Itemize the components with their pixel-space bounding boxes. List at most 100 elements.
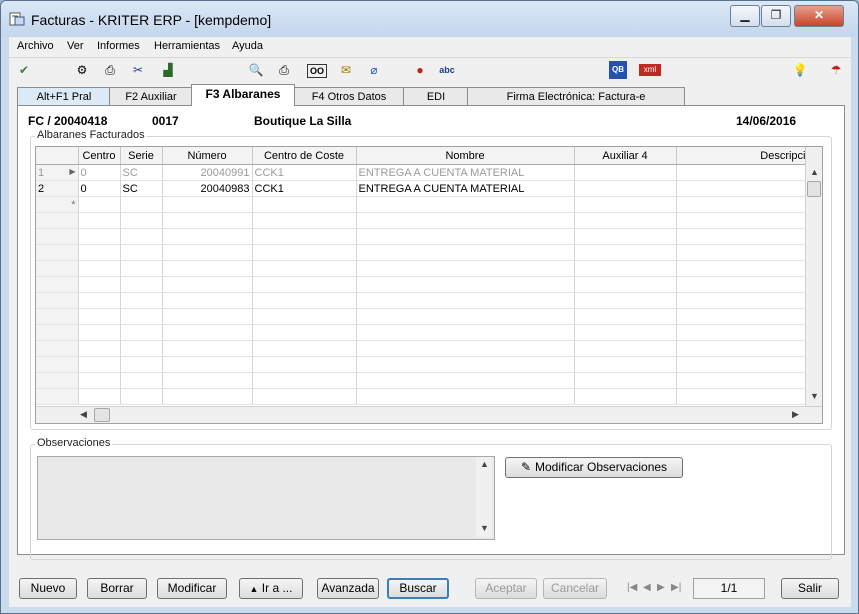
- cell-descripcion[interactable]: [676, 164, 807, 181]
- client-name: Boutique La Silla: [254, 114, 352, 128]
- new-row[interactable]: *: [36, 196, 807, 213]
- col-serie[interactable]: Serie: [120, 147, 163, 165]
- row-indicator: 2: [36, 180, 79, 197]
- observaciones-scrollbar[interactable]: ▲ ▼: [476, 457, 492, 537]
- col-numero[interactable]: Número: [162, 147, 253, 165]
- cancelar-button[interactable]: Cancelar: [543, 578, 607, 599]
- oo-icon[interactable]: OO: [307, 64, 327, 78]
- row-indicator-header: [36, 147, 79, 165]
- tab-factura-e[interactable]: Firma Electrónica: Factura-e: [467, 87, 685, 106]
- horizontal-scroll-thumb[interactable]: [94, 408, 110, 422]
- cell-centro-coste[interactable]: CCK1: [252, 164, 357, 181]
- obs-scroll-down-icon[interactable]: ▼: [480, 523, 489, 533]
- tab-auxiliar[interactable]: F2 Auxiliar: [109, 87, 193, 106]
- scroll-right-icon[interactable]: ▶: [792, 409, 799, 420]
- lightbulb-icon[interactable]: 💡: [791, 61, 809, 79]
- cell-descripcion[interactable]: [676, 180, 807, 197]
- preview-icon[interactable]: 🔍: [247, 61, 265, 79]
- cell-centro-coste[interactable]: CCK1: [252, 180, 357, 197]
- albaranes-table: Centro Serie Número Centro de Coste Nomb…: [36, 147, 807, 405]
- col-centro-coste[interactable]: Centro de Coste: [252, 147, 357, 165]
- doc-number: FC / 20040418: [28, 114, 108, 128]
- cell-numero[interactable]: 20040983: [162, 180, 253, 197]
- modificar-button[interactable]: Modificar: [157, 578, 227, 599]
- albaranes-panel: FC / 20040418 0017 Boutique La Silla 14/…: [17, 105, 845, 560]
- help-icon[interactable]: ☂: [827, 61, 845, 79]
- observaciones-group: Observaciones ▲ ▼ ✎ Modificar Observacion…: [30, 437, 832, 560]
- new-row-marker: *: [36, 196, 79, 213]
- print-icon[interactable]: ⎙: [101, 61, 119, 79]
- up-arrow-icon: ▲: [249, 584, 259, 594]
- scroll-left-icon[interactable]: ◀: [80, 409, 87, 420]
- record-position: 1/1: [693, 578, 765, 599]
- close-button[interactable]: ✕: [794, 5, 844, 27]
- doc-date: 14/06/2016: [736, 114, 797, 128]
- observaciones-textarea[interactable]: [37, 456, 495, 540]
- cell-centro[interactable]: 0: [78, 164, 121, 181]
- col-centro[interactable]: Centro: [78, 147, 121, 165]
- tab-pral[interactable]: Alt+F1 Pral: [17, 87, 111, 106]
- check-icon[interactable]: ✔: [15, 61, 33, 79]
- cell-numero[interactable]: 20040991: [162, 164, 253, 181]
- red-dot-icon[interactable]: ●: [411, 61, 429, 79]
- close-icon: ✕: [813, 8, 825, 22]
- albaranes-grid: Centro Serie Número Centro de Coste Nomb…: [35, 146, 823, 424]
- aceptar-button[interactable]: Aceptar: [475, 578, 537, 599]
- borrar-button[interactable]: Borrar: [87, 578, 147, 599]
- grid-horizontal-scrollbar[interactable]: ◀ ▶: [36, 406, 822, 423]
- cell-centro[interactable]: 0: [78, 180, 121, 197]
- avanzada-button[interactable]: Avanzada: [317, 578, 379, 599]
- scroll-down-icon[interactable]: ▼: [810, 391, 819, 401]
- chart-icon[interactable]: ▟: [159, 61, 177, 79]
- cell-serie[interactable]: SC: [120, 164, 163, 181]
- tab-strip: Alt+F1 Pral F2 Auxiliar F3 Albaranes F4 …: [17, 84, 847, 106]
- toolbar: ✔ ⚙ ⎙ ✂ ▟ 🔍 ⎙ OO ✉ ⌀ ● abc QB xml 💡 ☂: [9, 58, 851, 82]
- tab-otros-datos[interactable]: F4 Otros Datos: [293, 87, 405, 106]
- cut-icon[interactable]: ✂: [129, 61, 147, 79]
- prev-record-icon[interactable]: ◀: [643, 582, 651, 593]
- col-nombre[interactable]: Nombre: [356, 147, 575, 165]
- salir-button[interactable]: Salir: [781, 578, 839, 599]
- obs-scroll-up-icon[interactable]: ▲: [480, 459, 489, 469]
- scroll-up-icon[interactable]: ▲: [810, 167, 819, 177]
- spellcheck-icon[interactable]: abc: [435, 61, 459, 79]
- maximize-button[interactable]: ❐: [761, 5, 791, 27]
- modificar-observaciones-button[interactable]: ✎ Modificar Observaciones: [505, 457, 683, 478]
- cell-auxiliar4[interactable]: [574, 164, 677, 181]
- albaranes-label: Albaranes Facturados: [35, 129, 147, 141]
- table-row[interactable]: 1 ▶ 0 SC 20040991 CCK1 ENTREGA A CUENTA M…: [36, 164, 807, 181]
- col-descripcion[interactable]: Descripci: [676, 147, 807, 165]
- cell-serie[interactable]: SC: [120, 180, 163, 197]
- edit-note-icon: ✎: [520, 460, 531, 474]
- current-row-icon: ▶: [69, 166, 76, 176]
- cell-auxiliar4[interactable]: [574, 180, 677, 197]
- nuevo-button[interactable]: Nuevo: [19, 578, 77, 599]
- tab-edi[interactable]: EDI: [403, 87, 469, 106]
- ir-a-button[interactable]: ▲ Ir a ...: [239, 578, 303, 599]
- minimize-button[interactable]: ▁: [730, 5, 760, 27]
- buscar-button[interactable]: Buscar: [387, 578, 449, 599]
- grid-header: Centro Serie Número Centro de Coste Nomb…: [36, 147, 807, 165]
- menu-informes[interactable]: Informes: [97, 40, 140, 52]
- menu-ver[interactable]: Ver: [67, 40, 84, 52]
- cell-nombre[interactable]: ENTREGA A CUENTA MATERIAL: [356, 164, 575, 181]
- app-window: Facturas - KRITER ERP - [kempdemo] ▁ ❐ ✕…: [0, 0, 859, 614]
- tab-albaranes[interactable]: F3 Albaranes: [191, 84, 295, 106]
- last-record-icon[interactable]: ▶|: [671, 582, 681, 593]
- first-record-icon[interactable]: |◀: [627, 582, 637, 593]
- menu-herramientas[interactable]: Herramientas: [154, 40, 220, 52]
- tools-icon[interactable]: ⚙: [73, 61, 91, 79]
- qb-icon[interactable]: QB: [609, 61, 627, 79]
- menu-ayuda[interactable]: Ayuda: [232, 40, 263, 52]
- printer-icon[interactable]: ⎙: [275, 61, 293, 79]
- mail-icon[interactable]: ✉: [337, 61, 355, 79]
- grid-vertical-scrollbar[interactable]: ▲ ▼: [805, 147, 822, 423]
- col-auxiliar4[interactable]: Auxiliar 4: [574, 147, 677, 165]
- menu-archivo[interactable]: Archivo: [17, 40, 54, 52]
- table-row[interactable]: 2 0 SC 20040983 CCK1 ENTREGA A CUENTA MA…: [36, 180, 807, 197]
- cell-nombre[interactable]: ENTREGA A CUENTA MATERIAL: [356, 180, 575, 197]
- next-record-icon[interactable]: ▶: [657, 582, 665, 593]
- xml-icon[interactable]: xml: [639, 64, 661, 76]
- attach-icon[interactable]: ⌀: [365, 61, 383, 79]
- vertical-scroll-thumb[interactable]: [807, 181, 821, 197]
